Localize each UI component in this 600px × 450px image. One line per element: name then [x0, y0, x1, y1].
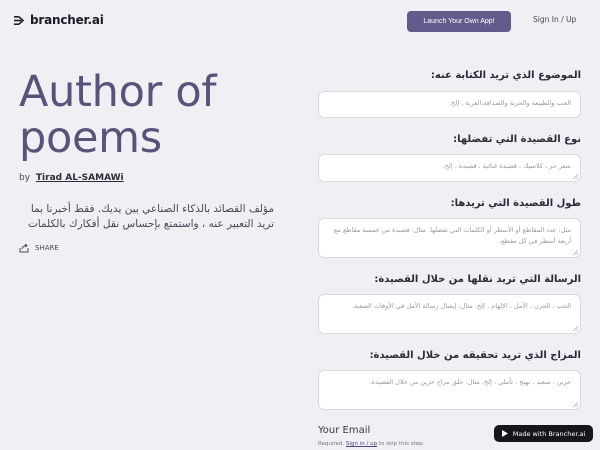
signin-link[interactable]: Sign In / Up: [533, 15, 576, 24]
page-title: Author of poems: [19, 67, 217, 163]
app-description: مؤلف القصائد بالذكاء الصناعي بين يديك. ف…: [27, 203, 274, 230]
brand-logo[interactable]: brancher.ai: [14, 13, 104, 27]
message-label: الرسالة التي تريد نقلها من خلال القصيدة:: [374, 274, 581, 285]
mood-field-box: [318, 370, 581, 410]
poem-type-label: نوع القصيدة التي تفضلها:: [453, 134, 581, 145]
length-input[interactable]: [319, 219, 580, 257]
length-label: طول القصيدة التي تريدها:: [450, 198, 581, 209]
launch-app-button[interactable]: Launch Your Own App!: [407, 11, 511, 32]
resize-grip-icon[interactable]: [573, 326, 578, 331]
topic-field-box: [318, 91, 581, 118]
message-field-box: [318, 294, 581, 334]
poem-type-field-box: [318, 154, 581, 182]
top-bar: brancher.ai Launch Your Own App! Sign In…: [0, 0, 600, 42]
byline: by Tirad AL-SAMAWi: [19, 173, 124, 183]
topic-input[interactable]: [319, 92, 580, 117]
topic-label: الموضوع الذي تريد الكتابة عنه:: [430, 70, 581, 81]
mood-label: المزاج الذي تريد تحقيقه من خلال القصيدة:: [369, 350, 581, 361]
resize-grip-icon[interactable]: [573, 402, 578, 407]
made-with-badge[interactable]: Made with Brancher.ai: [494, 425, 593, 442]
share-button[interactable]: SHARE: [19, 243, 59, 253]
resize-grip-icon[interactable]: [573, 174, 578, 179]
poem-type-input[interactable]: [319, 155, 580, 181]
message-input[interactable]: [319, 295, 580, 333]
email-label: Your Email: [318, 425, 371, 436]
play-icon: [501, 430, 508, 437]
email-note-suffix: to skip this step.: [378, 441, 425, 447]
email-note-prefix: Required.: [318, 441, 345, 447]
byline-prefix: by: [19, 173, 31, 183]
share-icon: [19, 243, 29, 253]
author-link[interactable]: Tirad AL-SAMAWi: [36, 173, 124, 183]
badge-label: Made with Brancher.ai: [512, 429, 586, 438]
resize-grip-icon[interactable]: [573, 250, 578, 255]
length-field-box: [318, 218, 581, 258]
mood-input[interactable]: [319, 371, 580, 409]
email-note: Required. Sign in / up to skip this step…: [318, 441, 424, 447]
brancher-logo-icon: [14, 15, 25, 25]
email-signin-link[interactable]: Sign in / up: [346, 441, 377, 447]
brand-name: brancher.ai: [30, 13, 104, 27]
share-label: SHARE: [35, 244, 59, 252]
